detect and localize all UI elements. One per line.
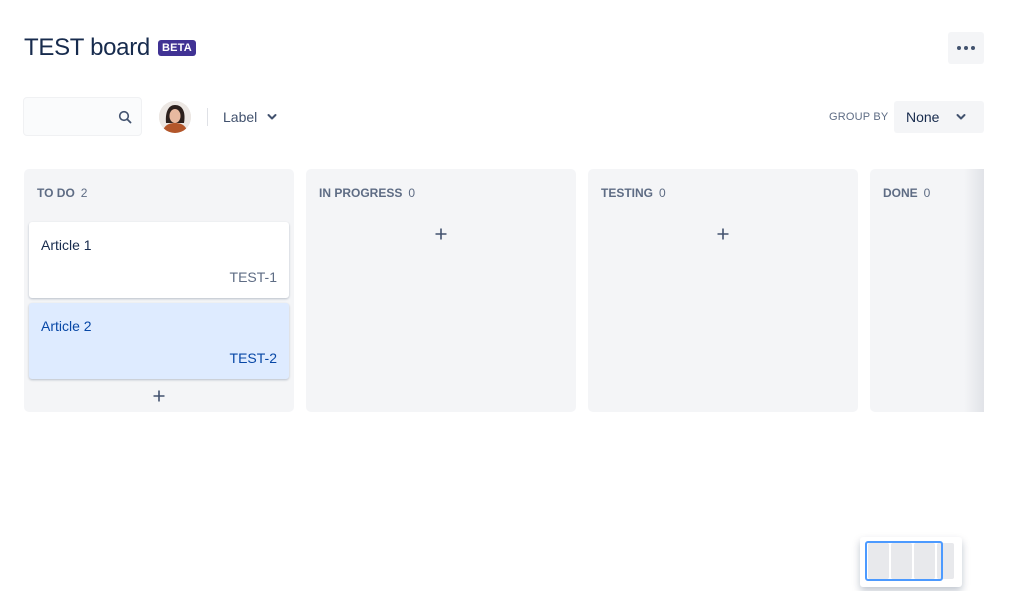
column-testing: TESTING 0 xyxy=(588,169,858,412)
column-title: TESTING xyxy=(601,186,654,200)
label-filter-text: Label xyxy=(223,109,258,125)
column-in-progress: IN PROGRESS 0 xyxy=(306,169,576,412)
minimap-viewport-handle[interactable] xyxy=(865,541,943,581)
avatar[interactable] xyxy=(159,101,191,133)
chevron-down-icon xyxy=(267,114,277,120)
card-key[interactable]: TEST-2 xyxy=(230,350,277,366)
column-header: DONE 0 xyxy=(883,186,930,200)
search-icon xyxy=(118,110,132,124)
beta-badge: BETA xyxy=(157,40,196,56)
column-todo: TO DO 2 Article 1 TEST-1 Article 2 TEST-2 xyxy=(24,169,294,412)
column-count: 2 xyxy=(80,186,88,200)
avatar-image xyxy=(159,101,191,133)
column-header: TESTING 0 xyxy=(601,186,666,200)
column-count: 0 xyxy=(659,186,666,200)
column-header: IN PROGRESS 0 xyxy=(319,186,415,200)
card[interactable]: Article 1 TEST-1 xyxy=(29,222,289,298)
more-actions-button[interactable] xyxy=(948,32,984,64)
more-horizontal-icon-dot xyxy=(964,46,968,50)
add-card-icon[interactable] xyxy=(435,228,447,240)
card-title: Article 1 xyxy=(41,237,92,253)
column-count: 0 xyxy=(923,186,931,200)
more-horizontal-icon xyxy=(957,46,961,50)
title-row: TEST board BETA xyxy=(24,34,196,62)
label-filter-dropdown[interactable]: Label xyxy=(223,107,277,127)
add-card-icon[interactable] xyxy=(717,228,729,240)
filter-divider xyxy=(207,108,208,126)
column-header: TO DO 2 xyxy=(37,186,87,200)
board: TO DO 2 Article 1 TEST-1 Article 2 TEST-2… xyxy=(24,169,984,412)
search-input[interactable] xyxy=(23,97,142,136)
scroll-fade-shadow xyxy=(964,169,984,412)
page-title: TEST board xyxy=(24,34,150,61)
group-by-label: GROUP BY xyxy=(829,111,889,123)
column-title: IN PROGRESS xyxy=(319,186,403,200)
card-selected[interactable]: Article 2 TEST-2 xyxy=(29,303,289,379)
more-horizontal-icon-dot xyxy=(971,46,975,50)
column-title: TO DO xyxy=(37,186,75,200)
card-key[interactable]: TEST-1 xyxy=(230,269,277,285)
card-title: Article 2 xyxy=(41,318,92,334)
column-count: 0 xyxy=(408,186,416,200)
add-card-icon[interactable] xyxy=(153,390,165,402)
board-minimap[interactable] xyxy=(860,537,962,587)
group-by-value: None xyxy=(906,109,940,125)
column-title: DONE xyxy=(883,186,918,200)
group-by-select[interactable]: None xyxy=(894,101,984,133)
chevron-down-icon xyxy=(956,114,966,120)
